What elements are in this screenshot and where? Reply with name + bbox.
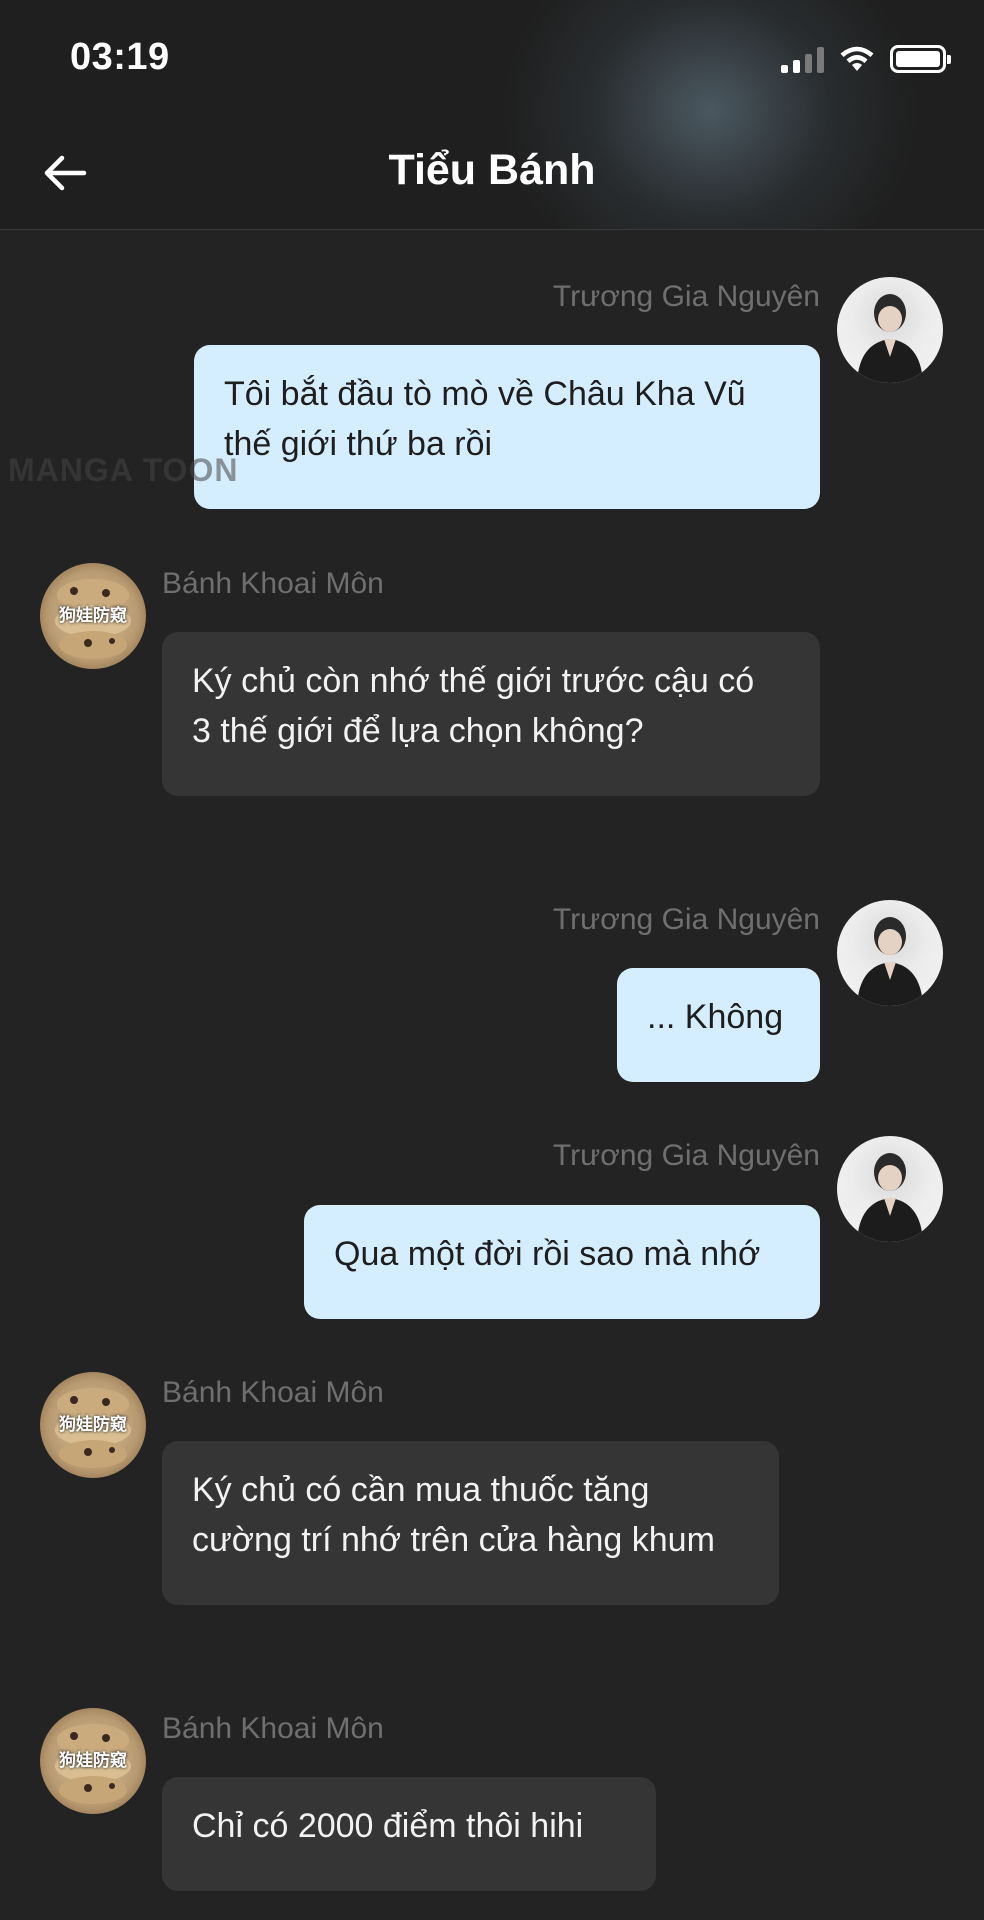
message-bubble-incoming[interactable]: Ký chủ còn nhớ thế giới trước cậu có 3 t… — [162, 632, 820, 796]
message-bubble-incoming[interactable]: Chỉ có 2000 điểm thôi hihi — [162, 1777, 656, 1891]
chat-title: Tiểu Bánh — [388, 146, 596, 194]
message-bubble-outgoing[interactable]: ... Không — [617, 968, 820, 1082]
cellular-signal-icon — [781, 45, 824, 73]
sender-name: Bánh Khoai Môn — [162, 1376, 384, 1409]
avatar-bot[interactable]: 狗娃防窥 — [40, 1372, 146, 1478]
sender-name: Trương Gia Nguyên — [552, 280, 820, 313]
battery-icon — [890, 45, 951, 73]
watermark: MANGA TOON — [8, 452, 239, 488]
avatar-user[interactable] — [837, 277, 943, 383]
sender-name: Bánh Khoai Môn — [162, 1712, 384, 1745]
message-line: Ký chủ còn nhớ thế giới trước cậu có — [192, 662, 755, 700]
avatar-bot-label: 狗娃防窥 — [59, 606, 127, 625]
message-bubble-outgoing[interactable]: Tôi bắt đầu tò mò về Châu Kha Vũ thế giớ… — [194, 345, 820, 509]
sender-name: Trương Gia Nguyên — [552, 903, 820, 936]
avatar-bot[interactable]: 狗娃防窥 — [40, 563, 146, 669]
status-time: 03:19 — [70, 36, 170, 78]
sender-name: Trương Gia Nguyên — [552, 1139, 820, 1172]
message-line: cường trí nhớ trên cửa hàng khum — [192, 1521, 715, 1559]
avatar-user[interactable] — [837, 900, 943, 1006]
header-glow — [500, 0, 920, 229]
message-line: thế giới thứ ba rồi — [224, 425, 493, 463]
message-line: Ký chủ có cần mua thuốc tăng — [192, 1471, 650, 1509]
status-icons — [781, 44, 951, 74]
message-line: 3 thế giới để lựa chọn không? — [192, 712, 644, 750]
avatar-bot[interactable]: 狗娃防窥 — [40, 1708, 146, 1814]
wifi-icon — [840, 46, 874, 71]
message-line: ... Không — [647, 998, 784, 1036]
avatar-user[interactable] — [837, 1136, 943, 1242]
header-bar: 03:19 Tiểu Bánh — [0, 0, 984, 230]
message-line: Chỉ có 2000 điểm thôi hihi — [192, 1807, 584, 1845]
message-bubble-incoming[interactable]: Ký chủ có cần mua thuốc tăng cường trí n… — [162, 1441, 779, 1605]
chat-screen: 03:19 Tiểu Bánh Trương Gia Nguyên Tôi bắ… — [0, 0, 984, 1920]
sender-name: Bánh Khoai Môn — [162, 567, 384, 600]
avatar-bot-label: 狗娃防窥 — [59, 1751, 127, 1770]
message-line: Qua một đời rồi sao mà nhớ — [334, 1235, 761, 1273]
avatar-bot-label: 狗娃防窥 — [59, 1415, 127, 1434]
message-line: Tôi bắt đầu tò mò về Châu Kha Vũ — [224, 375, 746, 413]
message-bubble-outgoing[interactable]: Qua một đời rồi sao mà nhớ — [304, 1205, 820, 1319]
